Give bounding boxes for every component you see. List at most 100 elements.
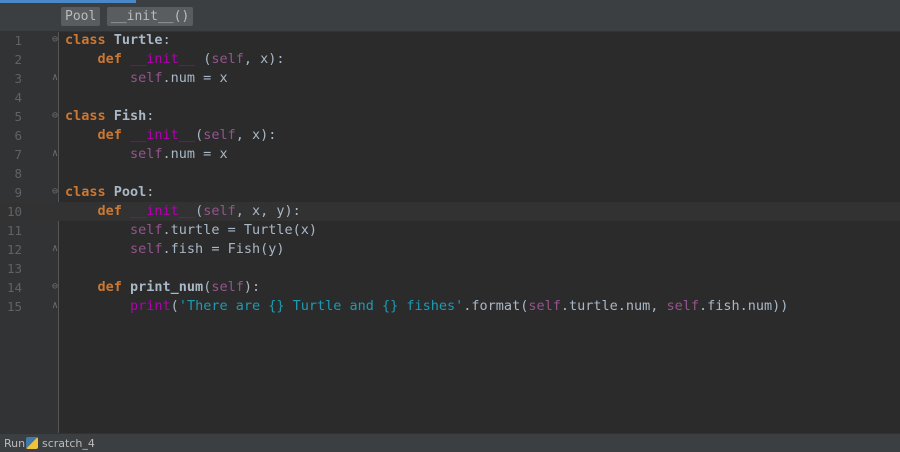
code-token: print_num — [130, 279, 204, 295]
line-number: 5 — [14, 109, 22, 124]
fold-open-icon[interactable]: ⊖ — [52, 186, 62, 198]
code-token: self — [211, 51, 244, 67]
line-number: 9 — [14, 185, 22, 200]
code-token: : — [162, 32, 171, 48]
line-number: 6 — [14, 128, 22, 143]
code-token: .num = x — [162, 146, 228, 162]
code-token: ): — [243, 279, 261, 295]
code-line[interactable]: 7 ∧ self.num = x — [0, 145, 900, 164]
code-line[interactable]: 10 def __init__(self, x, y): — [0, 202, 900, 221]
code-line[interactable]: 8 — [0, 164, 900, 183]
code-line[interactable]: 12 ∧ self.fish = Fish(y) — [0, 240, 900, 259]
line-number: 12 — [6, 242, 22, 257]
code-line[interactable]: 9 ⊖ class Pool: — [0, 183, 900, 202]
line-number: 10 — [6, 204, 22, 219]
run-label[interactable]: Run — [4, 437, 25, 450]
line-number: 8 — [14, 166, 22, 181]
code-text: self.num = x — [65, 69, 228, 88]
run-config-name[interactable]: scratch_4 — [42, 437, 95, 450]
code-token: self — [203, 127, 236, 143]
fold-close-icon[interactable]: ∧ — [52, 300, 62, 312]
code-text: class Fish: — [65, 107, 154, 126]
line-number: 1 — [14, 33, 22, 48]
code-token: ( — [195, 127, 204, 143]
fold-close-icon[interactable]: ∧ — [52, 148, 62, 160]
code-token: .turtle = Turtle(x) — [162, 222, 317, 238]
line-number: 7 — [14, 147, 22, 162]
code-token: .fish = Fish(y) — [162, 241, 285, 257]
code-token: class — [65, 32, 114, 48]
line-number: 4 — [14, 90, 22, 105]
code-token: self — [666, 298, 700, 314]
code-token: self — [130, 146, 163, 162]
code-token: , x, y): — [235, 203, 301, 219]
code-line[interactable]: 4 — [0, 88, 900, 107]
code-token: .fish.num)) — [699, 298, 789, 314]
code-token: self — [130, 70, 163, 86]
code-token: self — [130, 241, 163, 257]
editor-tab-bar: Pool __init__() — [0, 0, 900, 32]
line-number: 14 — [6, 280, 22, 295]
code-token: ( — [170, 298, 179, 314]
code-token: , x): — [235, 127, 277, 143]
code-line[interactable]: 15 ∧ print('There are {} Turtle and {} fi… — [0, 297, 900, 316]
line-number: 2 — [14, 52, 22, 67]
line-number: 11 — [6, 223, 22, 238]
active-tab-indicator — [0, 0, 136, 3]
code-token: class — [65, 184, 114, 200]
code-text: def __init__ (self, x): — [65, 50, 285, 69]
code-line[interactable]: 2 def __init__ (self, x): — [0, 50, 900, 69]
code-text: print('There are {} Turtle and {} fishes… — [65, 297, 788, 316]
code-token: __init__ — [130, 127, 196, 143]
code-token: Fish — [113, 108, 147, 124]
code-token: , x): — [243, 51, 285, 67]
code-text: class Pool: — [65, 183, 154, 202]
code-line[interactable]: 5 ⊖ class Fish: — [0, 107, 900, 126]
code-line[interactable]: 11 self.turtle = Turtle(x) — [0, 221, 900, 240]
code-line[interactable]: 14 ⊖ def print_num(self): — [0, 278, 900, 297]
breadcrumb-method[interactable]: __init__() — [107, 7, 194, 26]
code-text: class Turtle: — [65, 31, 171, 50]
code-token: .format( — [463, 298, 529, 314]
code-line[interactable]: 6 def __init__(self, x): — [0, 126, 900, 145]
python-icon — [26, 437, 38, 449]
code-token: def — [97, 203, 131, 219]
breadcrumb-class[interactable]: Pool — [61, 7, 101, 26]
fold-open-icon[interactable]: ⊖ — [52, 34, 62, 46]
code-token: print — [130, 298, 171, 314]
code-token: self — [203, 203, 236, 219]
code-text: self.turtle = Turtle(x) — [65, 221, 317, 240]
code-token: : — [146, 108, 155, 124]
code-text: def __init__(self, x, y): — [65, 202, 301, 221]
code-text: self.fish = Fish(y) — [65, 240, 284, 259]
fold-close-icon[interactable]: ∧ — [52, 72, 62, 84]
code-token: : — [146, 184, 155, 200]
code-token: def — [97, 51, 131, 67]
run-tool-bar: Run scratch_4 — [0, 433, 900, 452]
fold-open-icon[interactable]: ⊖ — [52, 110, 62, 122]
code-token: self — [528, 298, 561, 314]
fold-open-icon[interactable]: ⊖ — [52, 281, 62, 293]
code-token: .num = x — [162, 70, 228, 86]
code-line[interactable]: 1 ⊖ class Turtle: — [0, 31, 900, 50]
code-token: Pool — [113, 184, 147, 200]
code-text: def __init__(self, x): — [65, 126, 277, 145]
code-token: def — [97, 127, 131, 143]
code-token: .turtle.num, — [560, 298, 667, 314]
line-number: 3 — [14, 71, 22, 86]
code-token: ( — [195, 203, 204, 219]
code-token: self — [130, 222, 163, 238]
fold-close-icon[interactable]: ∧ — [52, 243, 62, 255]
code-token: def — [97, 279, 131, 295]
code-token: ( — [195, 51, 212, 67]
code-line[interactable]: 13 — [0, 259, 900, 278]
code-line[interactable]: 3 ∧ self.num = x — [0, 69, 900, 88]
code-token: 'There are {} Turtle and {} fishes' — [178, 298, 464, 314]
code-token: class — [65, 108, 114, 124]
